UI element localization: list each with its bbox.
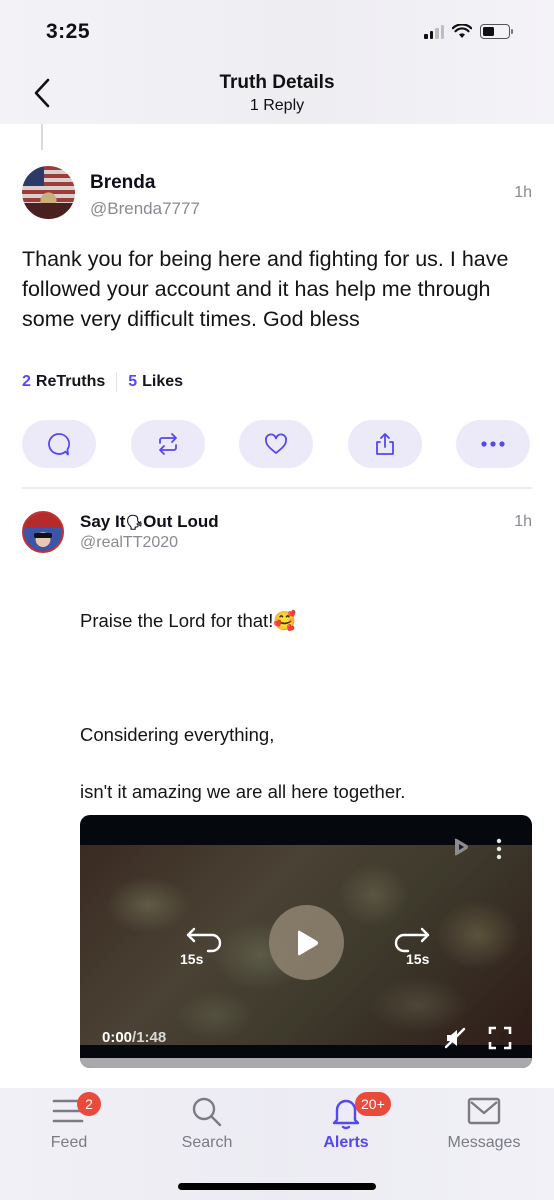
tab-label: Search <box>181 1134 233 1151</box>
post-divider <box>22 487 532 489</box>
more-icon <box>481 441 505 447</box>
mute-icon[interactable] <box>444 1027 466 1049</box>
reply-author-name-part2: Out Loud <box>143 512 219 531</box>
cellular-signal-icon <box>424 24 444 39</box>
like-button[interactable] <box>239 420 313 468</box>
comment-icon <box>48 433 70 456</box>
reply-line: isn't it amazing we are all here togethe… <box>80 780 406 802</box>
more-button[interactable] <box>456 420 530 468</box>
skip-forward-button[interactable]: 15s <box>386 925 446 975</box>
post-actions <box>22 420 530 468</box>
reply-author-name-part1: Say It <box>80 512 126 531</box>
post-text: Thank you for being here and fighting fo… <box>22 247 509 331</box>
battery-icon <box>480 24 513 39</box>
reply-author-name[interactable]: Say It🗣Out Loud <box>80 512 219 532</box>
likes-label[interactable]: Likes <box>142 373 183 391</box>
avatar-realTT2020[interactable] <box>22 511 64 553</box>
status-icons <box>424 24 513 39</box>
retruth-icon <box>158 433 177 455</box>
tab-search[interactable]: Search <box>147 1088 267 1168</box>
skip-back-button[interactable]: 15s <box>180 925 240 975</box>
tab-feed[interactable]: 2 Feed <box>9 1088 129 1168</box>
reply-line: Considering everything, <box>80 723 275 745</box>
reply-line: Praise the Lord for that!🥰 <box>80 609 297 631</box>
tab-label: Feed <box>50 1134 88 1151</box>
thread-line <box>41 124 43 150</box>
retruths-count[interactable]: 2 <box>22 373 31 391</box>
envelope-icon <box>467 1097 501 1125</box>
reply-count: 1 Reply <box>249 97 305 114</box>
speaking-head-emoji: 🗣 <box>125 514 144 530</box>
avatar-brenda[interactable] <box>22 166 75 219</box>
alerts-badge: 20+ <box>355 1092 391 1116</box>
tab-label: Alerts <box>323 1134 369 1151</box>
reply-time: 1h <box>514 513 532 530</box>
author-handle[interactable]: @Brenda7777 <box>90 199 200 219</box>
post-stats: 2 ReTruths 5 Likes <box>22 372 183 392</box>
stats-separator <box>116 372 118 392</box>
video-time: 0:00/1:48 <box>102 1029 166 1046</box>
post-time: 1h <box>514 184 532 201</box>
top-bar: 3:25 Truth Details 1 Reply <box>0 0 554 124</box>
status-time: 3:25 <box>46 20 91 43</box>
author-name[interactable]: Brenda <box>90 172 155 194</box>
likes-count[interactable]: 5 <box>128 373 137 391</box>
video-progress-track[interactable] <box>80 1058 532 1068</box>
video-menu-icon[interactable] <box>494 837 504 861</box>
play-icon <box>297 930 318 955</box>
rumble-logo-icon[interactable] <box>448 835 472 859</box>
video-current-time: 0:00 <box>102 1029 133 1046</box>
tab-label: Messages <box>447 1134 521 1151</box>
reply-author-handle[interactable]: @realTT2020 <box>80 534 178 552</box>
share-button[interactable] <box>347 420 422 468</box>
reply-button[interactable] <box>22 420 96 468</box>
retruths-label[interactable]: ReTruths <box>36 373 105 391</box>
heart-icon <box>265 433 287 454</box>
search-icon <box>192 1097 222 1127</box>
fullscreen-icon[interactable] <box>488 1026 512 1050</box>
retruth-button[interactable] <box>130 420 205 468</box>
feed-badge: 2 <box>77 1092 101 1116</box>
share-icon <box>375 433 394 455</box>
video-player[interactable]: 15s 15s 0:00/1:48 <box>80 815 532 1068</box>
skip-back-label: 15s <box>180 951 204 967</box>
tab-messages[interactable]: Messages <box>424 1088 544 1168</box>
page-title: Truth Details <box>219 72 335 93</box>
skip-forward-label: 15s <box>406 951 430 967</box>
tab-alerts[interactable]: 20+ Alerts <box>286 1088 406 1168</box>
play-button[interactable] <box>269 905 344 980</box>
wifi-icon <box>452 24 472 38</box>
video-duration: 1:48 <box>136 1029 167 1046</box>
home-indicator[interactable] <box>178 1183 376 1190</box>
